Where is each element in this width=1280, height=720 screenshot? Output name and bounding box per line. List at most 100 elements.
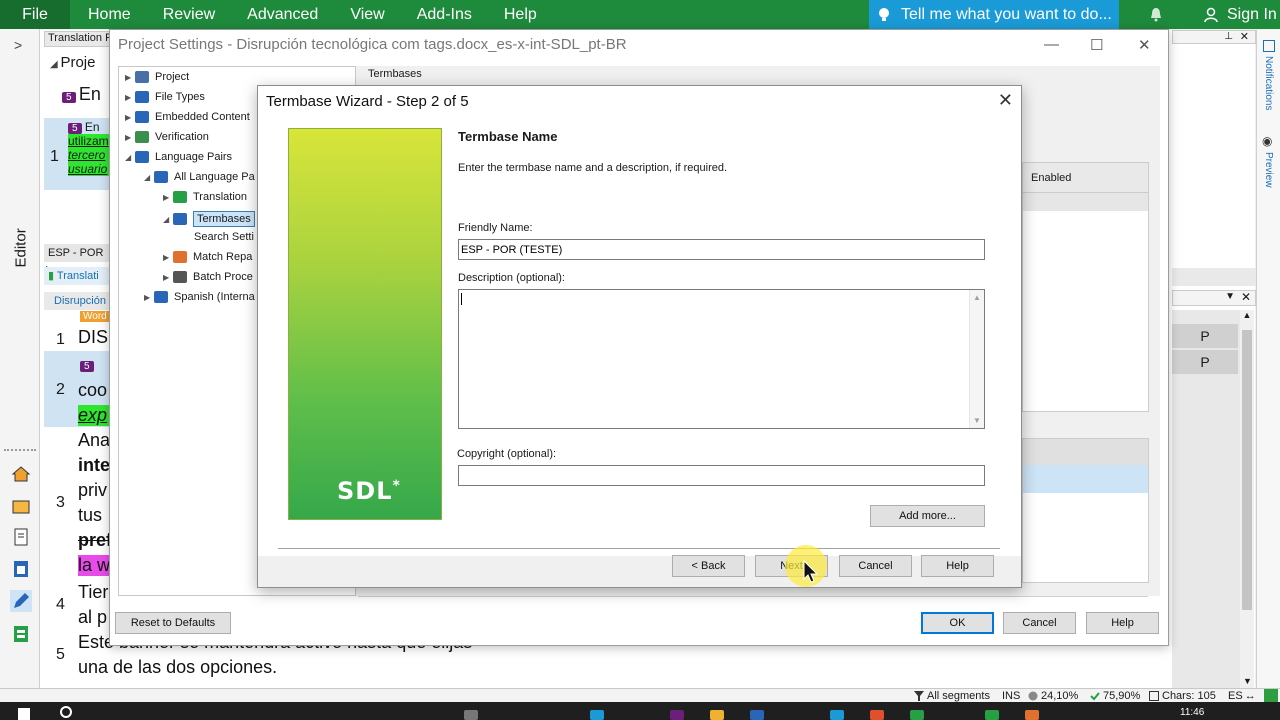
language-status[interactable]: ES ↔ xyxy=(1228,689,1256,703)
cancel-button[interactable]: Cancel xyxy=(839,555,912,577)
close-icon[interactable]: ✕ xyxy=(1241,290,1251,304)
app-icon[interactable] xyxy=(985,710,999,720)
tree-item-search-setti[interactable]: Search Setti xyxy=(182,231,254,243)
help-button[interactable]: Help xyxy=(921,555,994,577)
scroll-down-icon[interactable]: ▼ xyxy=(1243,676,1252,686)
app-icon[interactable] xyxy=(590,710,604,720)
close-icon[interactable]: ✕ xyxy=(1138,36,1151,54)
tree-item-match-repa[interactable]: ▶ Match Repa xyxy=(163,251,252,263)
preview-tab[interactable]: Preview xyxy=(1263,152,1274,188)
document-tab[interactable]: Disrupción xyxy=(44,292,110,310)
scroll-up-icon[interactable]: ▲ xyxy=(1240,310,1254,320)
scroll-up-icon[interactable]: ▲ xyxy=(973,293,981,302)
app-icon[interactable] xyxy=(1025,710,1039,720)
tree-expand-icon[interactable]: ▶ xyxy=(125,93,135,102)
ok-button[interactable]: OK xyxy=(921,612,994,634)
reset-to-defaults-button[interactable]: Reset to Defaults xyxy=(115,612,231,634)
app-icon[interactable] xyxy=(830,710,844,720)
tree-expand-icon[interactable]: ▶ xyxy=(144,293,154,302)
nav-splitter[interactable] xyxy=(4,449,36,453)
windows-icon[interactable] xyxy=(18,708,30,720)
editor-view-label[interactable]: Editor xyxy=(13,208,30,267)
app-icon[interactable] xyxy=(670,710,684,720)
translation-memories-icon[interactable] xyxy=(10,623,32,645)
app-icon[interactable] xyxy=(750,710,764,720)
tree-expand-icon[interactable]: ▶ xyxy=(163,253,173,262)
tree-expand-icon[interactable]: ▶ xyxy=(163,273,173,282)
tab-advanced[interactable]: Advanced xyxy=(231,0,334,29)
cancel-button[interactable]: Cancel xyxy=(1003,612,1076,634)
collapse-chevron-icon[interactable]: > xyxy=(14,37,22,53)
termbases-grid: Enabled xyxy=(1022,162,1149,412)
reports-icon[interactable] xyxy=(10,558,32,580)
tree-item-spanish-interna[interactable]: ▶ Spanish (Interna xyxy=(144,291,255,303)
maximize-icon[interactable]: ☐ xyxy=(1090,36,1103,54)
search-icon[interactable] xyxy=(60,706,72,718)
tell-me-search[interactable]: Tell me what you want to do... xyxy=(869,0,1119,29)
tree-item-label: Spanish (Interna xyxy=(174,291,255,303)
bell-icon[interactable] xyxy=(1148,6,1164,22)
row-text: Tier xyxy=(78,582,109,602)
tree-expand-icon[interactable]: ▶ xyxy=(125,73,135,82)
tree-item-termbases[interactable]: ◢ Termbases xyxy=(163,211,255,227)
copyright-input[interactable] xyxy=(458,465,985,486)
notifications-tab[interactable]: Notifications xyxy=(1263,56,1274,110)
minimize-icon[interactable]: — xyxy=(1044,36,1059,53)
tab-home[interactable]: Home xyxy=(72,0,147,29)
tree-item-embedded-content[interactable]: ▶ Embedded Content xyxy=(125,111,250,123)
tree-expand-icon[interactable]: ▶ xyxy=(125,113,135,122)
help-button[interactable]: Help xyxy=(1086,612,1159,634)
eye-icon[interactable]: ◉ xyxy=(1262,134,1272,148)
editor-icon[interactable] xyxy=(10,590,32,612)
scroll-thumb[interactable] xyxy=(1242,330,1252,610)
right-pane-scrollbar[interactable]: ▲ ▼ xyxy=(1240,310,1254,688)
enabled-column-header[interactable]: Enabled xyxy=(1023,163,1148,193)
app-icon[interactable] xyxy=(910,710,924,720)
taskbar-clock[interactable]: 11:46 xyxy=(1180,707,1204,718)
tree-item-language-pairs[interactable]: ◢ Language Pairs xyxy=(125,151,232,163)
tree-item-batch-proce[interactable]: ▶ Batch Proce xyxy=(163,271,253,283)
sign-in-button[interactable]: Sign In xyxy=(1197,0,1280,29)
chevron-down-icon[interactable]: ▼ xyxy=(1225,291,1235,302)
tree-item-verification[interactable]: ▶ Verification xyxy=(125,131,209,143)
friendly-name-input[interactable] xyxy=(458,239,985,260)
projects-icon[interactable] xyxy=(10,495,32,517)
tree-item-translation[interactable]: ▶ Translation xyxy=(163,191,247,203)
tree-expand-icon[interactable]: ◢ xyxy=(144,173,154,182)
tree-item-all-language-pa[interactable]: ◢ All Language Pa xyxy=(144,171,255,183)
tree-item-project[interactable]: ▶ Project xyxy=(125,71,189,83)
back-button[interactable]: < Back xyxy=(672,555,745,577)
tab-view[interactable]: View xyxy=(334,0,400,29)
tab-review[interactable]: Review xyxy=(147,0,231,29)
home-icon[interactable] xyxy=(10,463,32,485)
add-more-button[interactable]: Add more... xyxy=(870,505,985,527)
app-icon[interactable] xyxy=(870,710,884,720)
file-tab[interactable]: File xyxy=(0,0,70,29)
translate-tab[interactable]: ▮ Translati xyxy=(44,267,110,285)
files-icon[interactable] xyxy=(10,526,32,548)
app-icon[interactable] xyxy=(464,710,478,720)
app-icon[interactable] xyxy=(710,710,724,720)
tree-item-file-types[interactable]: ▶ File Types xyxy=(125,91,205,103)
close-icon[interactable]: ✕ xyxy=(998,90,1013,111)
segment-1-text: En xyxy=(84,120,100,134)
grid-row[interactable] xyxy=(1023,193,1148,211)
tab-help[interactable]: Help xyxy=(488,0,553,29)
close-icon[interactable]: ✕ xyxy=(1240,30,1249,43)
pin-icon[interactable]: ⊥ xyxy=(1224,31,1233,42)
filter-status[interactable]: All segments xyxy=(914,689,990,703)
grid-row-selected[interactable] xyxy=(1023,465,1148,493)
tab-add-ins[interactable]: Add-Ins xyxy=(401,0,488,29)
translation-results-tab[interactable]: Translation F xyxy=(44,31,116,47)
wizard-description: Enter the termbase name and a descriptio… xyxy=(458,162,728,174)
description-textarea[interactable]: ▲ ▼ xyxy=(458,289,985,429)
description-scrollbar[interactable]: ▲ ▼ xyxy=(969,290,984,428)
ins-status[interactable]: INS xyxy=(1002,689,1020,703)
tree-expand-icon[interactable]: ◢ xyxy=(163,215,173,224)
tree-expand-icon[interactable]: ▶ xyxy=(163,193,173,202)
notifications-icon[interactable] xyxy=(1263,40,1275,52)
tree-expand-icon[interactable]: ▶ xyxy=(125,133,135,142)
pct1-status: 24,10% xyxy=(1028,689,1078,703)
tree-expand-icon[interactable]: ◢ xyxy=(125,153,135,162)
scroll-down-icon[interactable]: ▼ xyxy=(973,416,981,425)
